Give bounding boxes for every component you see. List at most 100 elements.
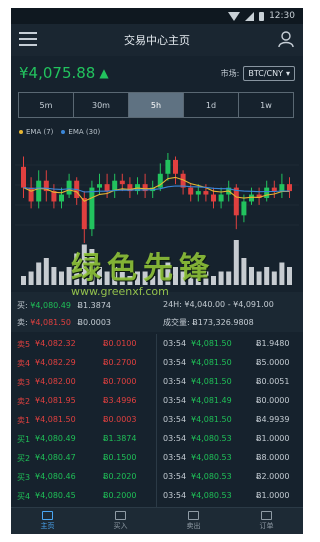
market-dropdown[interactable]: BTC/CNY ▾ (243, 65, 295, 81)
volume-bar (97, 267, 102, 285)
status-time: 12:30 (269, 11, 295, 21)
book-level-label: 卖1 (17, 416, 31, 425)
volume-bar (81, 244, 87, 285)
chevron-down-icon: ▾ (285, 68, 290, 78)
candle-body (36, 180, 42, 202)
book-level-label: 卖5 (17, 340, 31, 349)
trade-price: ¥4,081.50 (191, 377, 232, 386)
volume-bar (287, 267, 292, 285)
volume-bar (119, 271, 125, 285)
volume-bar (28, 271, 34, 285)
ticker-sell-amount: Ƀ0.0003 (77, 318, 111, 327)
candle-body (211, 194, 216, 202)
trade-amount: Ƀ1.0000 (256, 491, 290, 500)
book-amount: Ƀ3.4996 (103, 396, 137, 405)
candle-body (241, 201, 247, 216)
volume-bar (66, 267, 72, 285)
trade-price: ¥4,080.53 (191, 472, 232, 481)
orderbook-row[interactable]: 买3 ¥4,080.46 Ƀ0.2020 03:54 ¥4,080.53 Ƀ2.0000 (11, 467, 303, 486)
buy-icon (115, 511, 126, 520)
volume-bar (264, 267, 270, 285)
candle-body (81, 198, 87, 230)
book-price: ¥4,082.29 (35, 358, 76, 367)
orderbook-panel: 卖5 ¥4,082.32 Ƀ0.0100 03:54 ¥4,081.50 Ƀ1.9480 卖… (11, 334, 303, 509)
trade-amount: Ƀ0.0000 (256, 396, 290, 405)
tab-5m[interactable]: 5m (19, 93, 74, 117)
candle-body (165, 159, 171, 174)
candle-body (233, 187, 239, 216)
trade-time: 03:54 (163, 415, 187, 424)
volume-bar (218, 271, 224, 285)
volume-bar (188, 276, 194, 285)
interval-tabs: 5m 30m 5h 1d 1w (18, 92, 294, 118)
trade-amount: Ƀ4.9939 (256, 415, 290, 424)
nav-sell[interactable]: 卖出 (157, 508, 230, 534)
trade-price: ¥4,081.50 (191, 415, 232, 424)
orderbook-row[interactable]: 卖5 ¥4,082.32 Ƀ0.0100 03:54 ¥4,081.50 Ƀ1.9480 (11, 334, 303, 353)
nav-home[interactable]: 主页 (11, 508, 84, 534)
trade-price: ¥4,081.50 (191, 339, 232, 348)
candle-body (195, 191, 201, 195)
book-level-label: 买2 (17, 454, 31, 463)
trade-price: ¥4,081.50 (191, 358, 232, 367)
candle-body (218, 194, 224, 202)
market-selected: BTC/CNY (248, 68, 283, 78)
orderbook-row[interactable]: 卖3 ¥4,082.00 Ƀ0.7000 03:54 ¥4,081.50 Ƀ0.0051 (11, 372, 303, 391)
orderbook-row[interactable]: 卖4 ¥4,082.29 Ƀ0.2700 03:54 ¥4,081.50 Ƀ5.0000 (11, 353, 303, 372)
volume-bar (142, 271, 148, 285)
ema-legend: EMA (7) EMA (30) (19, 128, 100, 136)
tab-1w[interactable]: 1w (239, 93, 293, 117)
orderbook-row[interactable]: 买4 ¥4,080.45 Ƀ0.2000 03:54 ¥4,080.53 Ƀ1.0000 (11, 486, 303, 505)
nav-buy[interactable]: 买入 (84, 508, 157, 534)
orderbook-row[interactable]: 买1 ¥4,080.49 Ƀ1.3874 03:54 ¥4,080.53 Ƀ1.0000 (11, 429, 303, 448)
signal-icon (245, 11, 255, 21)
tab-1d[interactable]: 1d (184, 93, 239, 117)
ticker-buy-amount: Ƀ1.3874 (77, 301, 111, 310)
volume-bar (203, 271, 209, 285)
menu-icon[interactable] (19, 32, 37, 46)
candle-body (89, 187, 95, 230)
trade-price: ¥4,081.49 (191, 396, 232, 405)
market-selector: 市场: BTC/CNY ▾ (220, 65, 295, 81)
candle-body (203, 191, 209, 195)
book-price: ¥4,082.32 (35, 339, 76, 348)
trade-amount: Ƀ0.0051 (256, 377, 290, 386)
nav-orders[interactable]: 订单 (230, 508, 303, 534)
orderbook-row[interactable]: 卖2 ¥4,081.95 Ƀ3.4996 03:54 ¥4,081.49 Ƀ0.0000 (11, 391, 303, 410)
candle-body (59, 194, 64, 202)
trade-amount: Ƀ1.0000 (256, 434, 290, 443)
market-label: 市场: (220, 68, 240, 78)
sell-icon (188, 511, 199, 520)
trade-time: 03:54 (163, 491, 187, 500)
candle-body (66, 180, 72, 195)
book-price: ¥4,080.46 (35, 472, 76, 481)
volume-bar (43, 258, 49, 285)
book-level-label: 卖3 (17, 378, 31, 387)
book-amount: Ƀ0.2000 (103, 491, 137, 500)
candlestick-chart[interactable]: EMA (7) EMA (30) (11, 125, 303, 290)
candle-body (271, 187, 277, 192)
candle-body (249, 194, 254, 202)
book-level-label: 买4 (17, 492, 31, 501)
volume-bar (195, 276, 201, 285)
book-amount: Ƀ0.0003 (103, 415, 137, 424)
volume-bar (59, 271, 64, 285)
orderbook-row[interactable]: 买2 ¥4,080.47 Ƀ0.1500 03:54 ¥4,080.53 Ƀ8.0000 (11, 448, 303, 467)
candle-body (188, 187, 194, 195)
volume-bar (74, 253, 80, 285)
book-price: ¥4,081.95 (35, 396, 76, 405)
volume-bar (173, 267, 178, 285)
user-icon[interactable] (277, 30, 295, 48)
page-title: 交易中心主页 (124, 34, 190, 47)
tab-5h[interactable]: 5h (129, 93, 184, 117)
candle-body (264, 187, 270, 198)
tab-30m[interactable]: 30m (74, 93, 129, 117)
trade-time: 03:54 (163, 377, 187, 386)
orderbook-row[interactable]: 卖1 ¥4,081.50 Ƀ0.0003 03:54 ¥4,081.50 Ƀ4.9939 (11, 410, 303, 429)
app-bar: 交易中心主页 (11, 24, 303, 56)
volume-bar (271, 271, 277, 285)
chart-canvas (15, 153, 299, 285)
book-amount: Ƀ0.2700 (103, 358, 137, 367)
wifi-icon (228, 11, 241, 21)
book-level-label: 卖4 (17, 359, 31, 368)
